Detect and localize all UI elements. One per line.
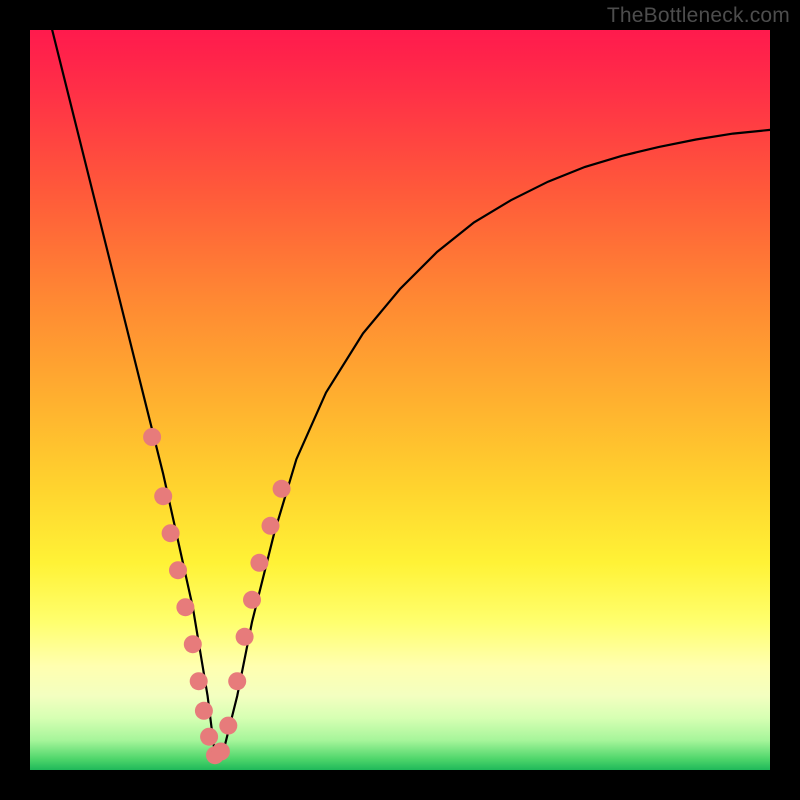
sample-dot — [250, 554, 268, 572]
outer-frame: TheBottleneck.com — [0, 0, 800, 800]
sample-dot — [273, 480, 291, 498]
sample-dot — [195, 702, 213, 720]
sample-dot — [176, 598, 194, 616]
sample-dot — [243, 591, 261, 609]
sample-dot — [143, 428, 161, 446]
sample-dot — [162, 524, 180, 542]
sample-dot — [219, 717, 237, 735]
sample-dot — [262, 517, 280, 535]
sample-dot — [154, 487, 172, 505]
sample-dot — [169, 561, 187, 579]
sample-dot — [236, 628, 254, 646]
watermark-text: TheBottleneck.com — [607, 4, 790, 28]
sample-dot — [184, 635, 202, 653]
sample-dot — [228, 672, 246, 690]
sample-dot — [200, 728, 218, 746]
sample-dot — [190, 672, 208, 690]
plot-area — [30, 30, 770, 770]
chart-svg — [30, 30, 770, 770]
sample-dot — [212, 743, 230, 761]
bottleneck-curve — [52, 30, 770, 755]
